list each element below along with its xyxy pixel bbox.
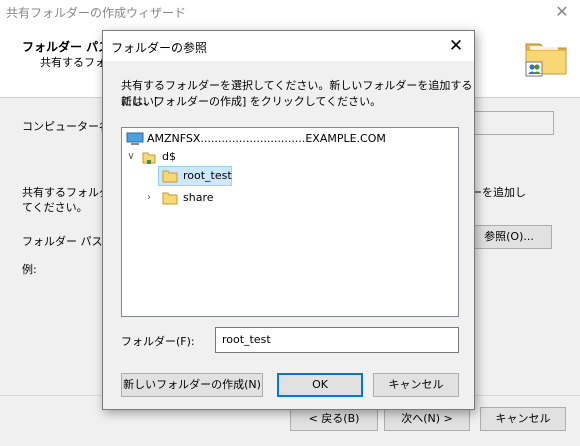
ok-button[interactable]: OK [277,373,363,397]
wizard-cancel-button[interactable]: キャンセル [480,407,566,431]
example-label: 例: [22,263,37,276]
wizard-description-line2: てください。 [22,201,88,214]
dialog-close-icon[interactable]: ✕ [443,34,469,58]
browse-button[interactable]: 参照(O)... [466,225,552,249]
wizard-close-icon[interactable]: ✕ [548,1,576,23]
wizard-header-title: フォルダー パス [22,40,111,54]
computer-name-field[interactable] [466,111,554,135]
browse-folder-dialog: フォルダーの参照 ✕ 共有するフォルダーを選択してください。新しいフォルダーを追… [102,30,475,410]
tree-item-share-label: share [183,191,214,204]
folder-input[interactable]: root_test [215,327,459,353]
computer-icon [126,132,144,145]
shared-folder-icon [525,43,567,77]
tree-item-root-test-label: root_test [183,169,232,182]
folder-label: フォルダー(F): [121,335,195,348]
tree-item-computer[interactable]: AMZNFSX..............................EXA… [122,130,458,148]
folder-icon [162,192,178,205]
shared-drive-icon [142,152,156,164]
dialog-instruction-line2: 新しいフォルダーの作成] をクリックしてください。 [121,95,382,108]
wizard-titlebar: 共有フォルダーの作成ウィザード ✕ [0,0,580,26]
dialog-title: フォルダーの参照 [111,41,208,55]
chevron-right-icon[interactable]: › [144,189,154,207]
chevron-down-icon[interactable]: ∨ [126,148,136,166]
tree-item-drive[interactable]: ∨ d$ [122,148,458,166]
back-button[interactable]: < 戻る(B) [290,407,378,431]
folder-icon [162,170,178,183]
dialog-cancel-button[interactable]: キャンセル [373,373,459,397]
tree-item-drive-label: d$ [162,150,176,163]
next-button[interactable]: 次へ(N) > [384,407,470,431]
tree-item-share[interactable]: › share [122,189,458,207]
dialog-titlebar: フォルダーの参照 ✕ [103,31,474,61]
wizard-title: 共有フォルダーの作成ウィザード [6,6,187,20]
tree-item-root-test[interactable]: root_test [122,167,458,185]
new-folder-button[interactable]: 新しいフォルダーの作成(N) [121,373,263,397]
folder-tree[interactable]: AMZNFSX..............................EXA… [121,127,459,317]
tree-item-computer-label: AMZNFSX..............................EXA… [147,132,386,145]
